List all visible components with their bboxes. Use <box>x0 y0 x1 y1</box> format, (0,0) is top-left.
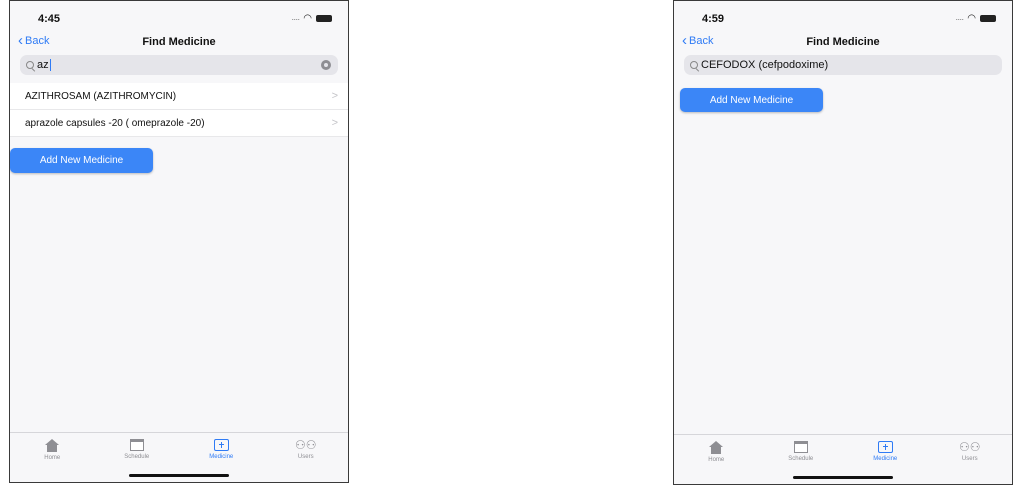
search-icon <box>690 61 700 72</box>
home-indicator <box>129 474 229 477</box>
tab-label: Medicine <box>873 456 898 462</box>
signal-icon: ···· <box>955 13 964 24</box>
search-input[interactable]: az <box>20 55 338 75</box>
navigation-bar: Find Medicine ‹ Back <box>674 31 1012 55</box>
back-button[interactable]: ‹ Back <box>682 32 714 49</box>
medical-box-icon <box>877 441 893 453</box>
page-title: Find Medicine <box>142 36 216 48</box>
users-icon: ⚇⚇ <box>958 440 981 454</box>
tab-label: Schedule <box>788 456 814 462</box>
results-list: AZITHROSAM (AZITHROMYCIN) > aprazole cap… <box>10 83 348 137</box>
tab-label: Home <box>708 457 725 463</box>
status-bar: 4:59 ···· ◠ <box>674 1 1012 31</box>
tab-home[interactable]: Home <box>686 441 746 484</box>
search-icon <box>26 61 36 72</box>
tab-label: Home <box>44 455 61 461</box>
status-icons: ···· ◠ <box>291 13 332 24</box>
tab-home[interactable]: Home <box>22 439 82 482</box>
clear-icon[interactable] <box>321 60 331 70</box>
medical-box-icon <box>213 439 229 451</box>
battery-icon <box>316 15 332 22</box>
list-item-label: aprazole capsules -20 ( omeprazole -20) <box>25 117 205 129</box>
chevron-right-icon: > <box>331 90 338 102</box>
calendar-icon <box>793 441 808 453</box>
home-icon <box>709 441 724 454</box>
back-label: Back <box>689 35 714 47</box>
status-time: 4:59 <box>702 13 725 25</box>
tab-label: Users <box>297 454 314 460</box>
phone-screen-right: 4:59 ···· ◠ Find Medicine ‹ Back CEFODOX… <box>673 0 1013 485</box>
add-new-medicine-button[interactable]: Add New Medicine <box>680 88 823 112</box>
tab-bar: Home Schedule Medicine ⚇⚇ Users <box>10 432 348 482</box>
tab-label: Medicine <box>209 454 234 460</box>
back-label: Back <box>25 35 50 47</box>
text-cursor <box>49 59 51 71</box>
status-icons: ···· ◠ <box>955 13 996 24</box>
status-time: 4:45 <box>38 13 61 25</box>
wifi-icon: ◠ <box>967 13 976 24</box>
tab-label: Users <box>961 456 978 462</box>
list-item[interactable]: AZITHROSAM (AZITHROMYCIN) > <box>10 83 348 110</box>
search-value: az <box>37 59 49 71</box>
back-button[interactable]: ‹ Back <box>18 32 50 49</box>
search-input[interactable]: CEFODOX (cefpodoxime) <box>684 55 1002 75</box>
tab-users[interactable]: ⚇⚇ Users <box>276 439 336 482</box>
chevron-left-icon: ‹ <box>18 32 23 49</box>
tab-label: Schedule <box>124 454 150 460</box>
tab-bar: Home Schedule Medicine ⚇⚇ Users <box>674 434 1012 484</box>
list-item-label: AZITHROSAM (AZITHROMYCIN) <box>25 90 177 102</box>
chevron-left-icon: ‹ <box>682 32 687 49</box>
home-icon <box>45 439 60 452</box>
phone-screen-left: 4:45 ···· ◠ Find Medicine ‹ Back az AZIT… <box>9 0 349 483</box>
navigation-bar: Find Medicine ‹ Back <box>10 31 348 55</box>
wifi-icon: ◠ <box>303 13 312 24</box>
chevron-right-icon: > <box>331 117 338 129</box>
users-icon: ⚇⚇ <box>294 438 317 452</box>
battery-icon <box>980 15 996 22</box>
status-bar: 4:45 ···· ◠ <box>10 1 348 31</box>
page-title: Find Medicine <box>806 36 880 48</box>
tab-users[interactable]: ⚇⚇ Users <box>940 441 1000 484</box>
signal-icon: ···· <box>291 13 300 24</box>
calendar-icon <box>129 439 144 451</box>
list-item[interactable]: aprazole capsules -20 ( omeprazole -20) … <box>10 110 348 137</box>
add-new-medicine-button[interactable]: Add New Medicine <box>10 148 153 173</box>
search-value: CEFODOX (cefpodoxime) <box>701 59 829 71</box>
home-indicator <box>793 476 893 479</box>
